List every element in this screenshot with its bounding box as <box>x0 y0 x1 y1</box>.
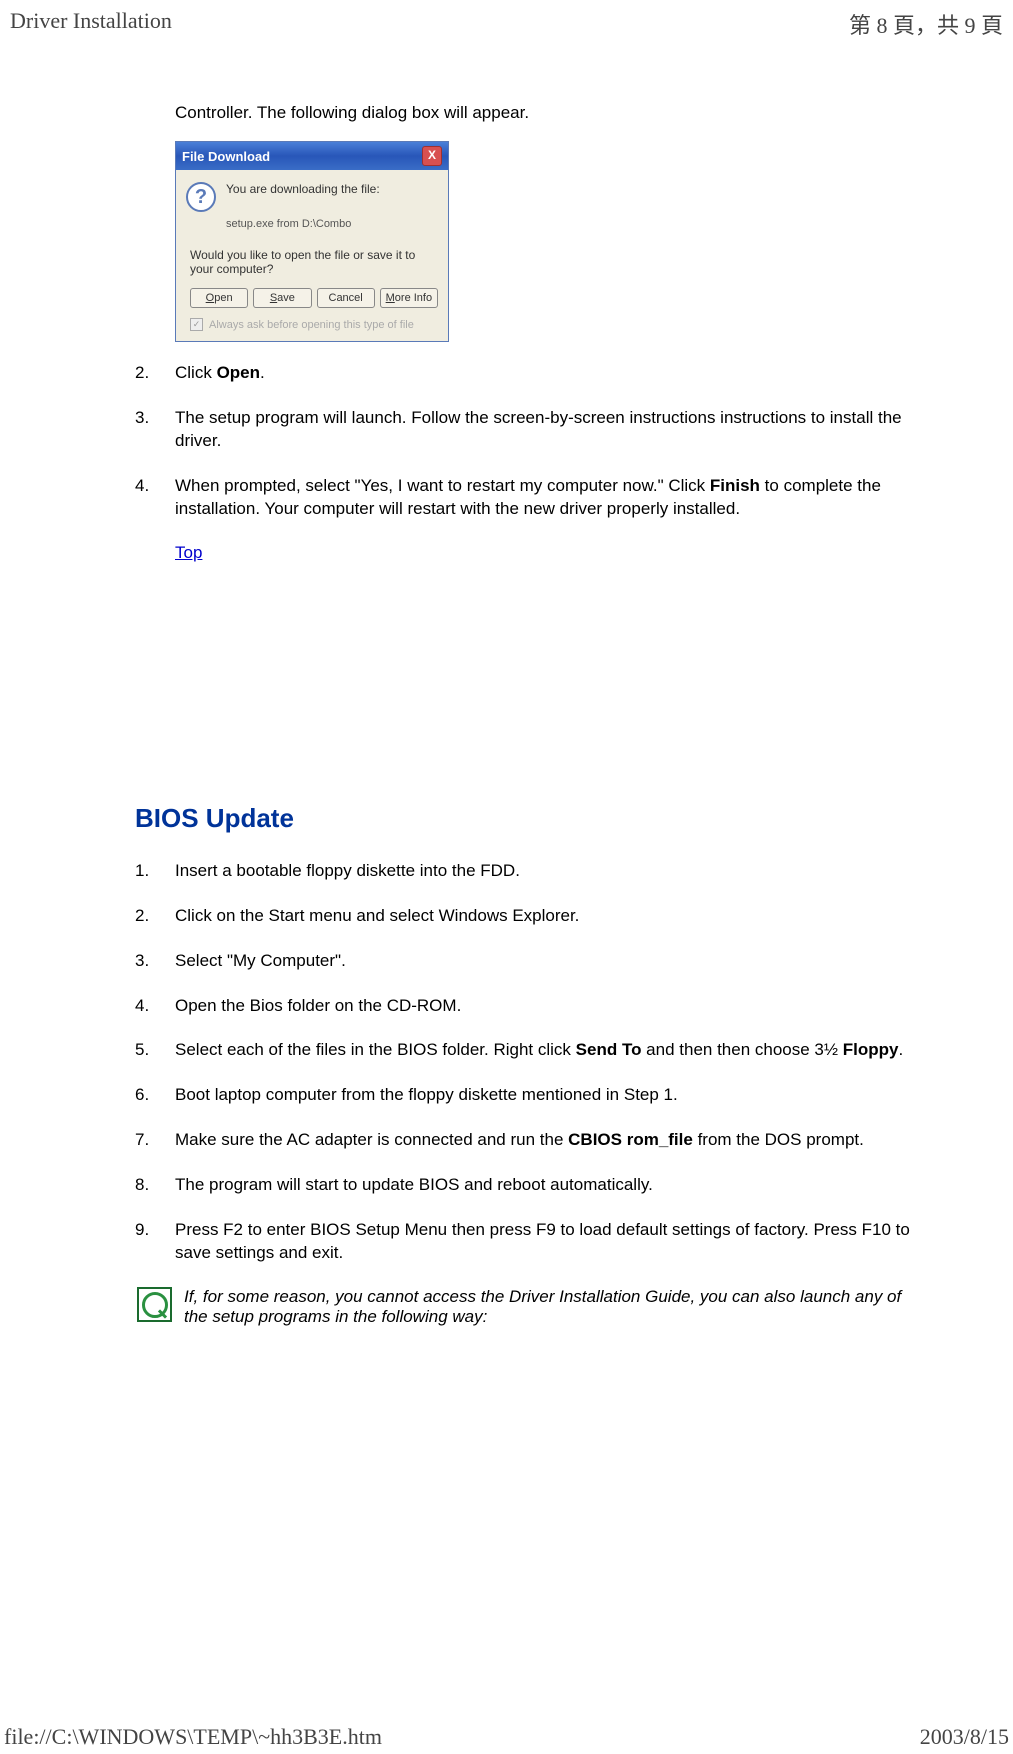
dialog-download-text: You are downloading the file: <box>226 182 380 212</box>
main-content: Controller. The following dialog box wil… <box>135 103 915 1345</box>
bios-step-9: 9. Press F2 to enter BIOS Setup Menu the… <box>135 1219 915 1265</box>
bios-update-heading: BIOS Update <box>135 803 915 834</box>
page-footer: file://C:\WINDOWS\TEMP\~hh3B3E.htm 2003/… <box>0 1724 1013 1750</box>
step-2: 2. Click Open. <box>135 362 915 385</box>
dialog-body: ? You are downloading the file: setup.ex… <box>176 170 448 341</box>
bios-step-6: 6. Boot laptop computer from the floppy … <box>135 1084 915 1107</box>
open-button[interactable]: Open <box>190 288 248 308</box>
close-icon[interactable]: X <box>422 146 442 166</box>
header-right: 第 8 頁，共 9 頁 <box>849 8 1003 40</box>
bios-step-4: 4. Open the Bios folder on the CD-ROM. <box>135 995 915 1018</box>
step-3: 3. The setup program will launch. Follow… <box>135 407 915 453</box>
footer-date: 2003/8/15 <box>920 1724 1009 1750</box>
bios-step-2: 2. Click on the Start menu and select Wi… <box>135 905 915 928</box>
dialog-question: Would you like to open the file or save … <box>190 248 438 276</box>
dialog-titlebar: File Download X <box>176 142 448 170</box>
question-icon: ? <box>186 182 216 212</box>
checkbox-icon: ✓ <box>190 318 203 331</box>
install-steps: 2. Click Open. 3. The setup program will… <box>135 362 915 521</box>
save-button[interactable]: Save <box>253 288 311 308</box>
page-header: Driver Installation 第 8 頁，共 9 頁 <box>0 8 1013 40</box>
file-download-dialog: File Download X ? You are downloading th… <box>175 141 449 342</box>
step-4: 4. When prompted, select "Yes, I want to… <box>135 475 915 521</box>
bios-step-1: 1. Insert a bootable floppy diskette int… <box>135 860 915 883</box>
bios-step-5: 5. Select each of the files in the BIOS … <box>135 1039 915 1062</box>
top-link[interactable]: Top <box>175 543 202 562</box>
always-ask-checkbox: ✓ Always ask before opening this type of… <box>190 318 438 331</box>
dialog-title: File Download <box>182 149 270 164</box>
magnifier-icon <box>137 1287 172 1322</box>
bios-steps: 1. Insert a bootable floppy diskette int… <box>135 860 915 1265</box>
footer-path: file://C:\WINDOWS\TEMP\~hh3B3E.htm <box>4 1724 382 1750</box>
cancel-button[interactable]: Cancel <box>317 288 375 308</box>
note-row: If, for some reason, you cannot access t… <box>135 1287 915 1327</box>
more-info-button[interactable]: More Info <box>380 288 438 308</box>
note-text: If, for some reason, you cannot access t… <box>184 1287 915 1327</box>
bios-step-8: 8. The program will start to update BIOS… <box>135 1174 915 1197</box>
top-link-container: Top <box>175 543 915 563</box>
bios-step-7: 7. Make sure the AC adapter is connected… <box>135 1129 915 1152</box>
intro-text: Controller. The following dialog box wil… <box>175 103 915 123</box>
header-left: Driver Installation <box>10 8 172 40</box>
bios-step-3: 3. Select "My Computer". <box>135 950 915 973</box>
dialog-file-path: setup.exe from D:\Combo <box>226 218 438 230</box>
